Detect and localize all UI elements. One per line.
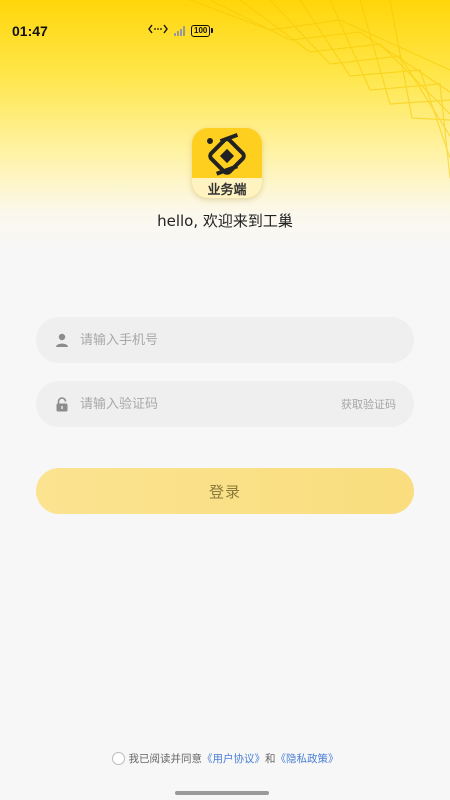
agreement-row: 我已阅读并同意 《用户协议》 和 《隐私政策》 (0, 751, 450, 766)
welcome-text: hello, 欢迎来到工巢 (157, 212, 293, 230)
agreement-prefix: 我已阅读并同意 (128, 753, 203, 765)
status-time: 01:47 (12, 23, 48, 39)
home-indicator[interactable] (175, 791, 269, 795)
phone-field[interactable] (36, 317, 414, 363)
phone-input[interactable] (80, 332, 414, 348)
agreement-and: 和 (265, 753, 276, 765)
signal-icon (174, 25, 185, 36)
privacy-policy-link[interactable]: 《隐私政策》 (276, 751, 339, 766)
code-input[interactable] (80, 396, 341, 412)
data-transfer-icon (148, 24, 168, 37)
user-agreement-link[interactable]: 《用户协议》 (202, 751, 265, 766)
battery-icon: 100 (191, 24, 211, 37)
app-logo: 业务端 (192, 128, 262, 198)
logo-mark-icon (207, 133, 246, 176)
get-code-button[interactable]: 获取验证码 (341, 396, 396, 412)
code-field[interactable]: 获取验证码 (36, 381, 414, 427)
login-button[interactable]: 登录 (36, 468, 414, 514)
user-icon (54, 332, 70, 348)
logo-label: 业务端 (192, 178, 262, 198)
status-icons: 100 (148, 24, 214, 37)
lock-icon (54, 396, 70, 412)
status-bar: 01:47 100 (0, 0, 450, 60)
agreement-checkbox[interactable] (111, 752, 125, 765)
